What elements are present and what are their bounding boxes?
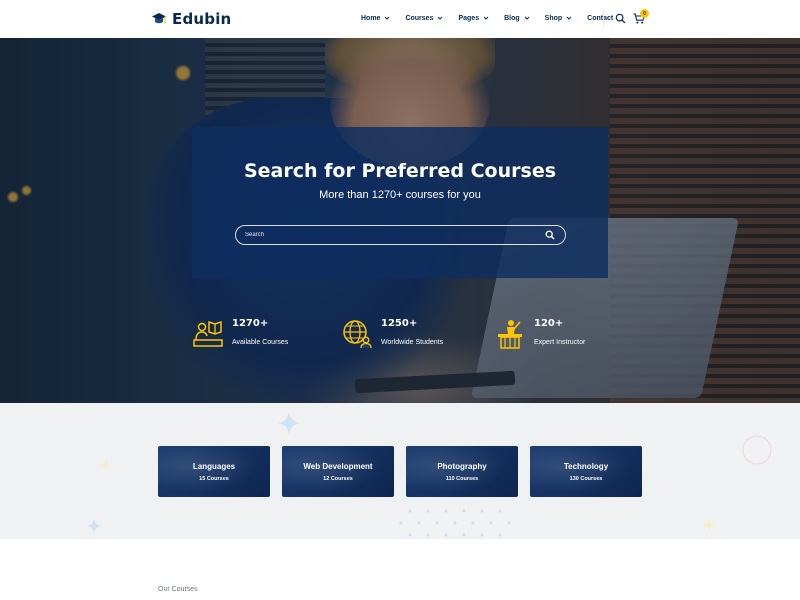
stat-number: 120+ — [534, 318, 564, 329]
stat-courses: 1270+ Available Courses — [192, 318, 288, 354]
category-name: Photography — [437, 462, 487, 471]
search-submit-icon[interactable] — [545, 230, 555, 240]
category-count: 12 Courses — [323, 476, 353, 482]
hero-subtitle: More than 1270+ courses for you — [319, 189, 481, 201]
courses-section: Our Courses — [0, 539, 800, 600]
brand-name: Edubin — [172, 10, 232, 28]
stat-label: Available Courses — [232, 339, 289, 346]
stat-students: 1250+ Worldwide Students — [341, 318, 443, 354]
stat-number: 1250+ — [381, 318, 418, 329]
sparkle-decoration-icon — [277, 411, 301, 435]
header-divider — [603, 10, 604, 28]
nav-label: Pages — [458, 14, 480, 22]
main-nav: Home Courses Pages Blog Shop Contact — [361, 14, 613, 22]
nav-item-courses[interactable]: Courses — [405, 14, 444, 22]
category-name: Web Development — [303, 462, 373, 471]
nav-item-pages[interactable]: Pages — [458, 14, 490, 22]
graduation-cap-icon — [151, 11, 167, 27]
stat-label: Expert Instructor — [534, 339, 586, 346]
nav-label: Courses — [405, 14, 434, 22]
nav-label: Home — [361, 14, 381, 22]
sparkle-decoration-icon — [86, 518, 102, 534]
chevron-down-icon — [483, 16, 489, 20]
instructor-icon — [498, 320, 522, 349]
course-search-input[interactable] — [245, 229, 535, 241]
nav-item-home[interactable]: Home — [361, 14, 391, 22]
circle-decoration-icon — [742, 435, 772, 465]
sparkle-decoration-icon — [100, 459, 112, 471]
courses-icon — [193, 320, 223, 347]
globe-students-icon — [343, 320, 372, 349]
category-count: 110 Courses — [445, 476, 479, 482]
category-card-web-development[interactable]: Web Development 12 Courses — [282, 446, 394, 497]
categories-section: Languages 15 Courses Web Development 12 … — [0, 403, 800, 539]
category-name: Languages — [192, 462, 236, 471]
category-card-technology[interactable]: Technology 130 Courses — [530, 446, 642, 497]
category-count: 15 Courses — [199, 476, 229, 482]
nav-label: Shop — [544, 14, 563, 22]
stat-label: Worldwide Students — [381, 339, 444, 346]
chevron-down-icon — [385, 16, 390, 20]
site-header: Edubin Home Courses Pages Blog Shop Cont… — [0, 0, 800, 38]
stat-number: 1270+ — [232, 318, 269, 329]
logo[interactable]: Edubin — [151, 9, 231, 29]
category-card-photography[interactable]: Photography 110 Courses — [406, 446, 518, 497]
stat-instructors: 120+ Expert Instructor — [494, 318, 585, 354]
nav-item-blog[interactable]: Blog — [504, 14, 531, 22]
dot-pattern-decoration-icon — [399, 509, 511, 537]
search-box — [235, 225, 566, 245]
category-card-languages[interactable]: Languages 15 Courses — [158, 446, 270, 497]
cart-count-badge: 0 — [640, 9, 649, 18]
section-label: Our Courses — [158, 586, 198, 593]
nav-item-contact[interactable]: Contact — [587, 14, 613, 22]
nav-label: Blog — [504, 14, 520, 22]
chevron-down-icon — [438, 16, 443, 20]
nav-item-shop[interactable]: Shop — [545, 14, 574, 22]
category-name: Technology — [563, 462, 609, 471]
sparkle-decoration-icon — [702, 518, 716, 532]
nav-label: Contact — [587, 14, 614, 22]
course-search-panel: Search for Preferred Courses More than 1… — [192, 127, 608, 278]
chevron-down-icon — [566, 16, 572, 20]
hero-title: Search for Preferred Courses — [243, 160, 557, 182]
chevron-down-icon — [524, 16, 530, 20]
search-icon[interactable] — [615, 13, 626, 24]
category-count: 130 Courses — [569, 476, 603, 482]
